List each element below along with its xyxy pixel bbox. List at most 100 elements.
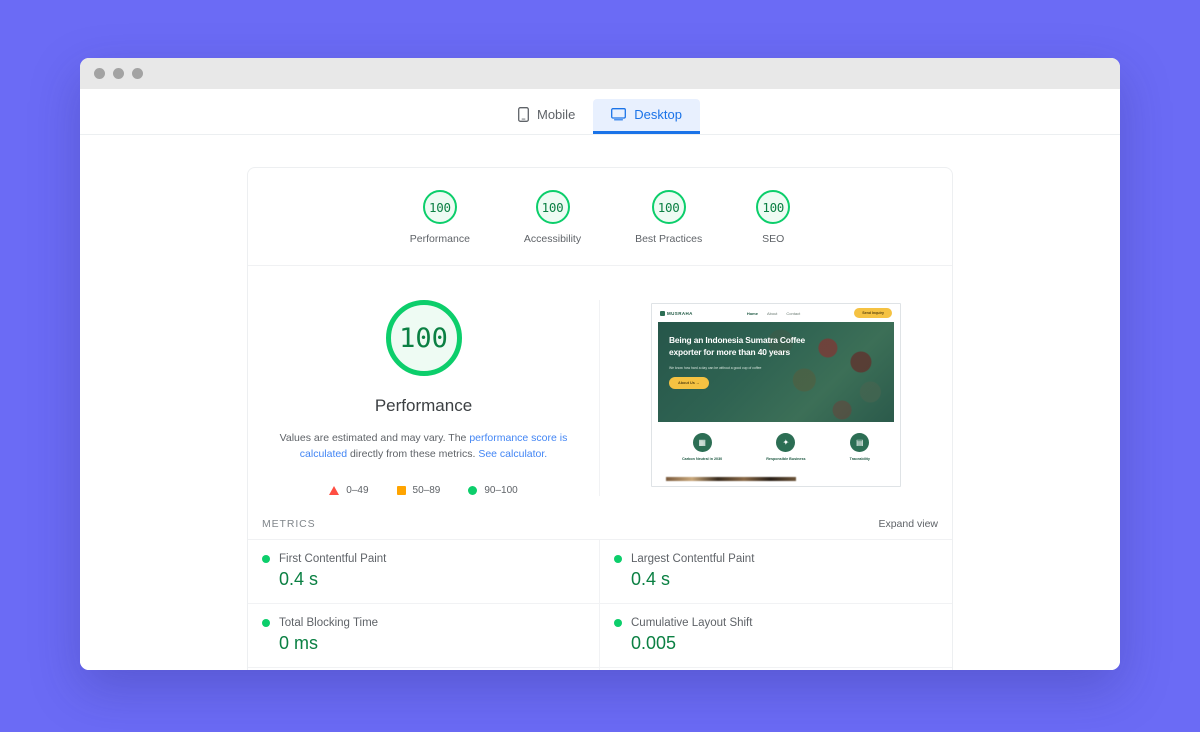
gauge-score-performance: 100 — [429, 199, 451, 215]
performance-description: Values are estimated and may vary. The p… — [274, 430, 574, 463]
mobile-phone-icon — [518, 107, 529, 122]
page-viewport: Mobile Desktop 100 Performance 100 Acces… — [80, 89, 1120, 670]
logo-mark-icon — [660, 310, 665, 316]
thumb-subtext: We know how hard a day can be without a … — [669, 365, 762, 370]
gauge-ring-performance: 100 — [422, 190, 457, 224]
status-dot-icon — [614, 618, 622, 627]
legend-label-good: 90–100 — [484, 484, 518, 496]
status-dot-icon — [614, 554, 622, 563]
thumb-features-row: ▦ Carbon Neutral in 2030 ✦ Responsible B… — [652, 422, 900, 461]
thumb-feature-traceability: ▤ Traceability — [850, 433, 870, 461]
metric-name: Cumulative Layout Shift — [631, 616, 753, 629]
metric-value: 0 ms — [279, 632, 319, 653]
document-icon: ▤ — [850, 433, 870, 452]
thumb-nav-contact: Contact — [786, 310, 801, 316]
thumb-logo-text: MUSRAHA — [667, 310, 693, 316]
gauge-performance[interactable]: 100 Performance — [410, 190, 470, 245]
tab-mobile-label: Mobile — [537, 107, 576, 122]
thumb-navbar: MUSRAHA Home About Contact Send Inquiry — [652, 304, 900, 322]
metrics-right-filler — [600, 668, 952, 670]
page-screenshot-panel: MUSRAHA Home About Contact Send Inquiry — [600, 300, 952, 496]
window-close-dot[interactable] — [94, 68, 105, 79]
performance-summary: 100 Performance Values are estimated and… — [248, 300, 600, 496]
triangle-icon — [329, 485, 340, 495]
metrics-column-left: First Contentful Paint 0.4 s Total Block… — [248, 539, 600, 670]
thumb-nav-about: About — [766, 310, 778, 316]
metrics-section-title: METRICS — [262, 517, 316, 530]
status-dot-icon — [262, 554, 270, 563]
circle-icon — [468, 485, 478, 495]
metric-speed-index[interactable]: Speed Index 0.5 s — [248, 668, 599, 670]
metric-name: First Contentful Paint — [279, 552, 387, 565]
lighthouse-report-card: 100 Performance 100 Accessibility 100 Be… — [247, 167, 953, 670]
gauge-score-seo: 100 — [762, 199, 785, 215]
legend-item-good: 90–100 — [468, 484, 518, 496]
thumb-hero-banner: Being an Indonesia Sumatra Coffee export… — [658, 322, 894, 422]
gauge-score-best-practices: 100 — [657, 199, 680, 215]
metric-value: 0.005 — [631, 632, 677, 653]
legend-item-average: 50–89 — [396, 484, 441, 496]
thumb-feature-responsible-label: Responsible Business — [766, 457, 806, 461]
score-legend: 0–49 50–89 90–100 — [329, 484, 518, 496]
gauge-label-accessibility: Accessibility — [523, 233, 582, 245]
tab-mobile[interactable]: Mobile — [500, 99, 593, 134]
gauge-label-seo: SEO — [762, 233, 785, 245]
thumb-feature-carbon: ▦ Carbon Neutral in 2030 — [682, 433, 722, 461]
square-icon — [396, 485, 406, 495]
metric-name: Total Blocking Time — [279, 616, 379, 629]
legend-label-poor: 0–49 — [346, 484, 369, 496]
description-text-1: Values are estimated and may vary. The — [279, 432, 470, 444]
category-score-strip: 100 Performance 100 Accessibility 100 Be… — [248, 168, 952, 266]
metric-value: 0.4 s — [279, 568, 319, 589]
thumb-feature-traceability-label: Traceability — [849, 457, 870, 461]
thumb-nav-links: Home About Contact — [747, 311, 800, 316]
expand-view-button[interactable]: Expand view — [878, 518, 938, 530]
thumb-feature-carbon-label: Carbon Neutral in 2030 — [682, 457, 723, 461]
performance-score-value: 100 — [399, 322, 448, 354]
metric-total-blocking-time[interactable]: Total Blocking Time 0 ms — [248, 604, 599, 668]
gauge-label-performance: Performance — [409, 233, 470, 245]
window-titlebar — [80, 58, 1120, 89]
gauge-label-best-practices: Best Practices — [635, 233, 703, 245]
metric-value: 0.4 s — [631, 568, 671, 589]
thumb-headline: Being an Indonesia Sumatra Coffee export… — [669, 335, 806, 357]
metrics-header: METRICS Expand view — [248, 518, 952, 540]
legend-label-average: 50–89 — [412, 484, 441, 496]
legend-item-poor: 0–49 — [329, 484, 369, 496]
gauge-ring-best-practices: 100 — [651, 190, 686, 224]
see-calculator-link[interactable]: See calculator. — [478, 448, 547, 460]
gauge-ring-accessibility: 100 — [535, 190, 570, 224]
performance-title: Performance — [374, 396, 473, 415]
leaf-icon: ✦ — [776, 433, 796, 452]
metrics-grid: First Contentful Paint 0.4 s Total Block… — [248, 539, 952, 670]
browser-window: Mobile Desktop 100 Performance 100 Acces… — [80, 58, 1120, 670]
metric-name: Largest Contentful Paint — [631, 552, 755, 565]
window-minimize-dot[interactable] — [113, 68, 124, 79]
metric-cumulative-layout-shift[interactable]: Cumulative Layout Shift 0.005 — [600, 604, 952, 668]
metric-first-contentful-paint[interactable]: First Contentful Paint 0.4 s — [248, 540, 599, 604]
thumb-bottom-strip — [666, 477, 796, 481]
tab-desktop[interactable]: Desktop — [593, 99, 700, 134]
gauge-seo[interactable]: 100 SEO — [756, 190, 791, 245]
window-maximize-dot[interactable] — [132, 68, 143, 79]
gauge-ring-seo: 100 — [756, 190, 791, 224]
metric-largest-contentful-paint[interactable]: Largest Contentful Paint 0.4 s — [600, 540, 952, 604]
thumb-feature-responsible: ✦ Responsible Business — [766, 433, 806, 461]
gauge-score-accessibility: 100 — [541, 199, 564, 215]
thumb-cta-button: About Us → — [669, 376, 709, 389]
status-dot-icon — [262, 618, 270, 627]
performance-gauge-large: 100 — [385, 300, 462, 376]
description-text-2: directly from these metrics. — [347, 448, 479, 461]
gauge-accessibility[interactable]: 100 Accessibility — [524, 190, 581, 245]
desktop-monitor-icon — [611, 108, 627, 121]
tab-desktop-label: Desktop — [634, 107, 682, 122]
site-screenshot-thumbnail: MUSRAHA Home About Contact Send Inquiry — [651, 303, 901, 487]
thumb-nav-home: Home — [746, 310, 758, 316]
thumb-logo: MUSRAHA — [660, 310, 693, 316]
metrics-column-right: Largest Contentful Paint 0.4 s Cumulativ… — [600, 540, 952, 670]
factory-icon: ▦ — [692, 433, 712, 452]
gauge-best-practices[interactable]: 100 Best Practices — [635, 190, 702, 245]
performance-hero-section: 100 Performance Values are estimated and… — [248, 266, 952, 518]
device-tabbar: Mobile Desktop — [80, 89, 1120, 135]
thumb-inquiry-button: Send Inquiry — [854, 308, 892, 318]
